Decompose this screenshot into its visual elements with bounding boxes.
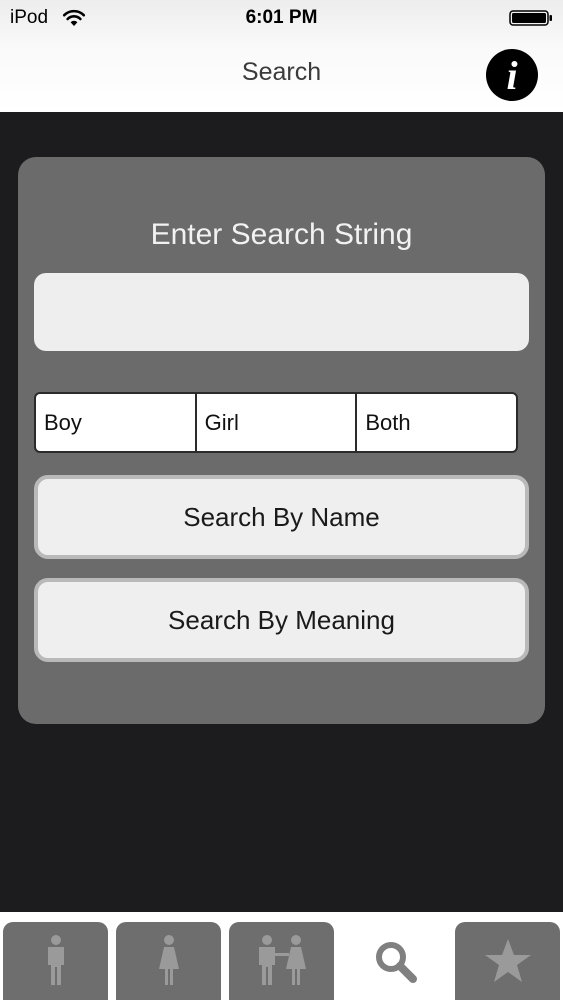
page-title: Search: [241, 58, 322, 86]
info-button[interactable]: i: [486, 49, 538, 101]
tab-both[interactable]: [229, 922, 334, 1000]
search-by-meaning-button[interactable]: Search By Meaning: [34, 578, 529, 662]
search-icon: [375, 942, 417, 983]
status-bar: iPod 6:01 PM: [0, 0, 563, 36]
segment-girl[interactable]: Girl: [194, 392, 358, 453]
info-icon: i: [506, 53, 518, 98]
search-input[interactable]: [34, 273, 529, 351]
couple-icon: [258, 935, 306, 985]
female-icon: [158, 935, 179, 985]
segment-boy[interactable]: Boy: [34, 392, 197, 453]
search-heading: Enter Search String: [150, 218, 413, 251]
tab-search[interactable]: [342, 922, 447, 1000]
tab-bar: [0, 912, 563, 1000]
search-by-name-button[interactable]: Search By Name: [34, 475, 529, 559]
tab-favorites[interactable]: [455, 922, 560, 1000]
gender-segmented-control: Boy Girl Both: [34, 392, 519, 453]
status-time: 6:01 PM: [245, 7, 318, 28]
battery-icon: [509, 10, 552, 26]
male-icon: [47, 935, 64, 985]
top-bar: iPod 6:01 PM Search i: [0, 0, 563, 112]
tab-girls[interactable]: [116, 922, 221, 1000]
search-panel: Enter Search String Boy Girl Both Search…: [18, 157, 545, 724]
star-icon: [484, 939, 531, 982]
segment-both[interactable]: Both: [355, 392, 519, 453]
tab-boys[interactable]: [3, 922, 108, 1000]
app-screen: iPod 6:01 PM Search i Enter Search Strin…: [0, 0, 563, 1000]
